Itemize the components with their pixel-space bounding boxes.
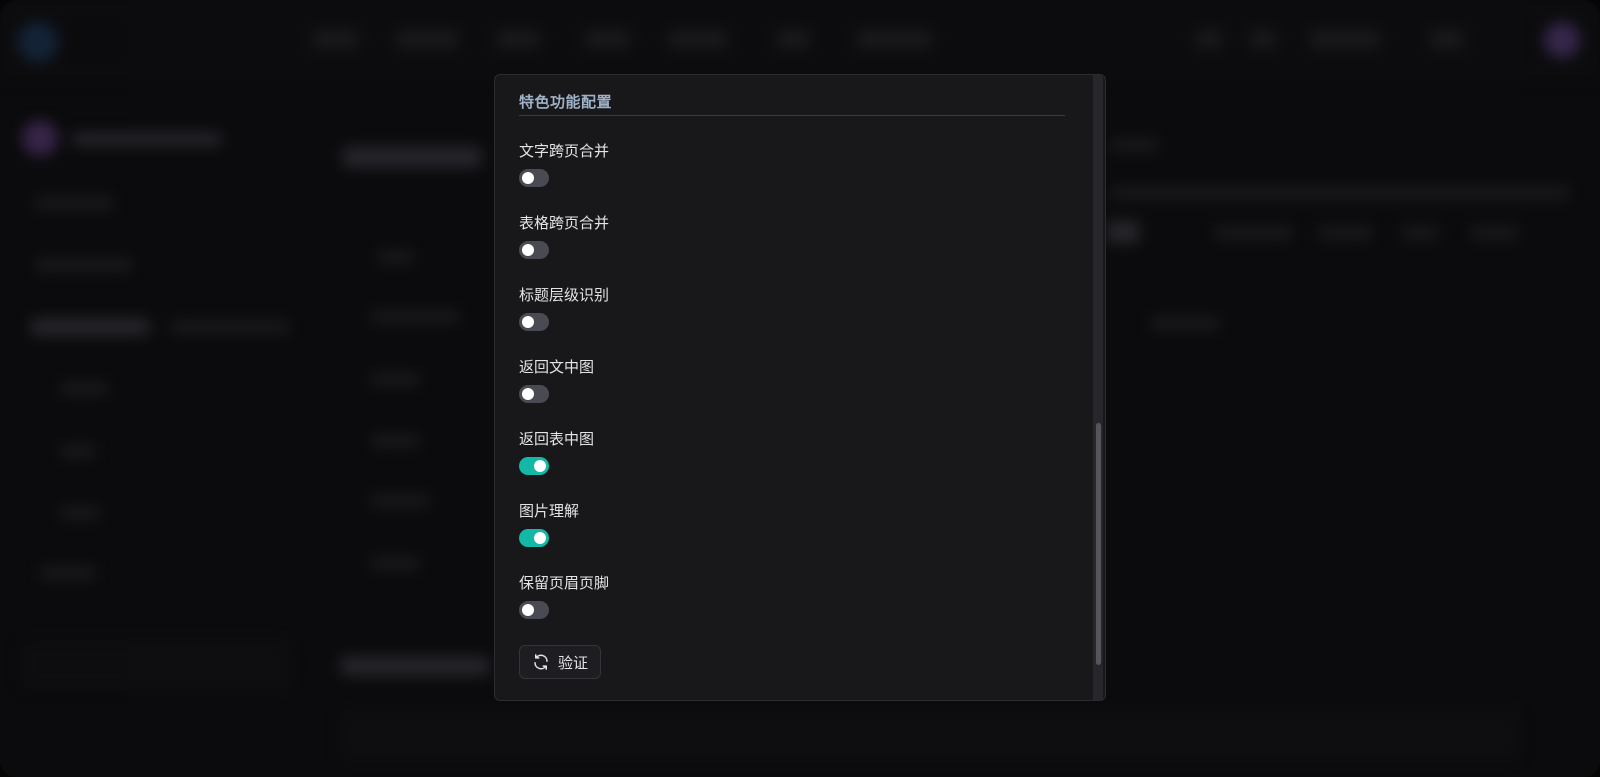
bg-text [1318, 226, 1374, 240]
bg-text [370, 434, 420, 448]
bg-nav-item [396, 30, 458, 48]
toggle-knob [522, 244, 534, 256]
bg-nav-item [1250, 30, 1276, 48]
option-return-table-images: 返回表中图 [519, 429, 919, 489]
return-table-images-toggle[interactable] [519, 457, 549, 475]
bg-text [342, 146, 482, 168]
option-label: 文字跨页合并 [519, 142, 610, 160]
bg-text [40, 566, 96, 580]
refresh-icon [532, 653, 550, 671]
table-cross-page-merge-toggle[interactable] [519, 241, 549, 259]
verify-button-label: 验证 [557, 653, 588, 672]
bg-panel [20, 640, 290, 690]
option-label: 保留页眉页脚 [519, 574, 610, 592]
bg-nav-item [496, 30, 540, 48]
title-level-recognition-toggle[interactable] [519, 313, 549, 331]
toggle-knob [534, 460, 546, 472]
bg-text [1106, 220, 1140, 244]
bg-nav-item [776, 30, 810, 48]
bg-nav-item [312, 30, 358, 48]
bg-nav-item [856, 30, 932, 48]
option-return-text-images: 返回文中图 [519, 357, 919, 417]
bg-sidebar-avatar [22, 120, 58, 156]
bg-text [60, 444, 96, 458]
bg-text [1150, 316, 1220, 330]
bg-text [376, 250, 416, 264]
modal-scrollbar[interactable] [1093, 75, 1103, 700]
bg-text [30, 318, 150, 336]
bg-text [34, 258, 134, 272]
bg-text [1110, 138, 1160, 152]
scrollbar-thumb[interactable] [1096, 423, 1101, 665]
option-text-cross-page-merge: 文字跨页合并 [519, 141, 919, 201]
bg-text [370, 372, 420, 386]
bg-text [370, 494, 430, 508]
bg-panel [340, 710, 1520, 760]
bg-text [370, 310, 460, 324]
verify-button[interactable]: 验证 [519, 645, 601, 679]
bg-text [170, 320, 290, 334]
option-label: 标题层级识别 [519, 286, 610, 304]
option-title-level-recognition: 标题层级识别 [519, 285, 919, 345]
image-understanding-toggle[interactable] [519, 529, 549, 547]
bg-nav-item [668, 30, 728, 48]
bg-nav-item [584, 30, 630, 48]
toggle-knob [522, 604, 534, 616]
bg-text [1214, 226, 1294, 240]
bg-text [370, 556, 420, 570]
bg-text [60, 382, 108, 396]
option-table-cross-page-merge: 表格跨页合并 [519, 213, 919, 273]
bg-topbar [0, 0, 1600, 80]
bg-text [1470, 226, 1520, 240]
toggle-knob [522, 316, 534, 328]
bg-text [340, 656, 490, 676]
bg-avatar [1544, 22, 1580, 58]
keep-header-footer-toggle[interactable] [519, 601, 549, 619]
option-label: 图片理解 [519, 502, 580, 520]
bg-text [72, 132, 222, 146]
bg-nav-item [1430, 30, 1464, 48]
option-label: 返回文中图 [519, 358, 595, 376]
toggle-knob [534, 532, 546, 544]
option-label: 返回表中图 [519, 430, 595, 448]
text-cross-page-merge-toggle[interactable] [519, 169, 549, 187]
option-image-understanding: 图片理解 [519, 501, 919, 561]
bg-nav-item [1196, 30, 1222, 48]
bg-logo [18, 22, 58, 62]
option-label: 表格跨页合并 [519, 214, 610, 232]
feature-config-modal: 特色功能配置 文字跨页合并 表格跨页合并 标题层级识别 返回文中图 返回表中图 [494, 74, 1106, 701]
bg-text [60, 506, 100, 520]
section-divider [519, 115, 1065, 116]
toggle-knob [522, 388, 534, 400]
bg-text [1400, 226, 1440, 240]
app-window: 特色功能配置 文字跨页合并 表格跨页合并 标题层级识别 返回文中图 返回表中图 [0, 0, 1600, 777]
bg-text [34, 196, 114, 210]
option-keep-header-footer: 保留页眉页脚 [519, 573, 919, 633]
bg-nav-item [1310, 30, 1380, 48]
section-title: 特色功能配置 [519, 93, 613, 111]
bg-text [1110, 186, 1570, 200]
toggle-knob [522, 172, 534, 184]
return-text-images-toggle[interactable] [519, 385, 549, 403]
